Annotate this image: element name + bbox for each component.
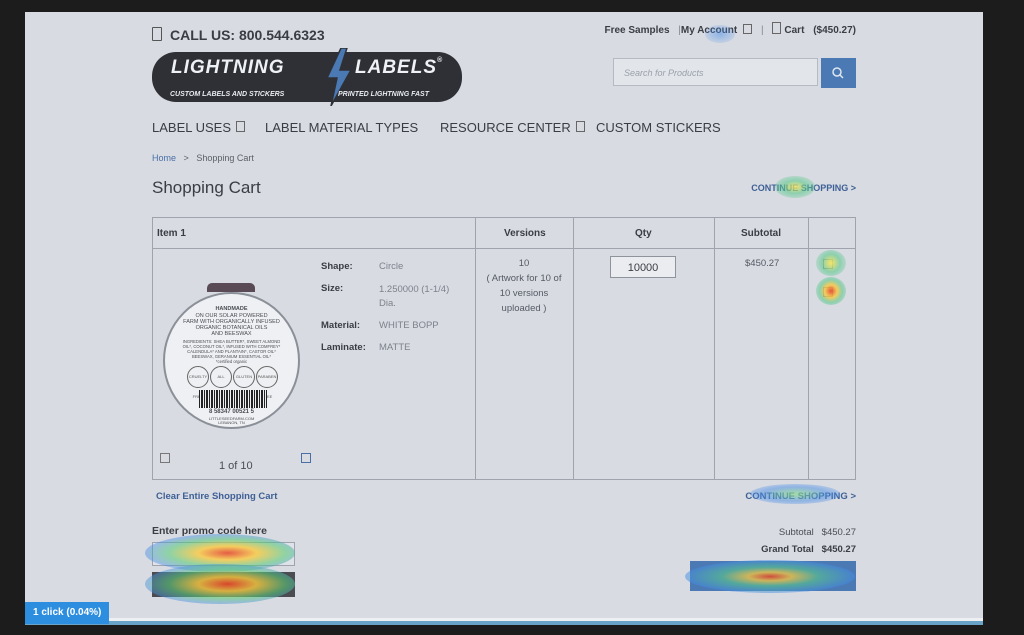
checkout-button[interactable] bbox=[690, 561, 856, 591]
breadcrumb-current: Shopping Cart bbox=[196, 153, 254, 163]
logo-word-labels: LABELS® bbox=[355, 57, 444, 78]
cart-icon[interactable] bbox=[772, 22, 782, 34]
subtotal-row: Subtotal $450.27 bbox=[778, 527, 856, 538]
cruelty-free-badge: CRUELTY FREE bbox=[187, 366, 209, 399]
logo-tagline-right: PRINTED LIGHTNING FAST bbox=[338, 91, 429, 98]
logo-tagline-left: CUSTOM LABELS AND STICKERS bbox=[170, 91, 285, 98]
shopping-cart-page: CALL US: 800.544.6323 Free Samples | My A… bbox=[25, 12, 983, 625]
prev-version-icon[interactable] bbox=[160, 453, 170, 463]
free-samples-link[interactable]: Free Samples bbox=[604, 25, 669, 36]
versions-cell: 10 ( Artwork for 10 of 10 versions upload… bbox=[476, 256, 572, 316]
next-version-icon[interactable] bbox=[301, 453, 311, 463]
nav-label-material-types[interactable]: LABEL MATERIAL TYPES bbox=[265, 120, 418, 135]
logo-word-lightning: LIGHTNING bbox=[171, 57, 285, 78]
clear-cart-link[interactable]: Clear Entire Shopping Cart bbox=[156, 491, 277, 502]
call-us-phone: CALL US: 800.544.6323 bbox=[152, 27, 325, 43]
material-key: Material: bbox=[321, 320, 361, 331]
call-us-label: CALL US: 800.544.6323 bbox=[170, 27, 325, 43]
delete-item-icon[interactable] bbox=[823, 287, 833, 297]
versions-count: 10 bbox=[518, 258, 530, 269]
size-key: Size: bbox=[321, 283, 344, 294]
top-separator-2: | bbox=[761, 25, 764, 36]
chevron-down-icon bbox=[236, 121, 246, 132]
col-versions: Versions bbox=[504, 228, 546, 239]
my-account-link[interactable]: My Account bbox=[681, 25, 737, 36]
label-tab bbox=[207, 283, 255, 292]
label-preview-image[interactable]: HANDMADE ON OUR SOLAR POWERED FARM WITH … bbox=[163, 292, 300, 429]
nav-label-uses[interactable]: LABEL USES bbox=[152, 120, 246, 135]
chevron-down-icon bbox=[575, 121, 585, 132]
col-qty: Qty bbox=[635, 228, 652, 239]
col-subtotal: Subtotal bbox=[741, 228, 781, 239]
breadcrumb-home[interactable]: Home bbox=[152, 153, 176, 163]
promo-code-input[interactable] bbox=[152, 542, 295, 566]
size-value: 1.250000 (1-1/4) Dia. bbox=[379, 284, 450, 309]
breadcrumb: Home > Shopping Cart bbox=[152, 153, 254, 163]
account-dropdown-icon[interactable] bbox=[743, 24, 753, 34]
version-pager: 1 of 10 bbox=[219, 460, 253, 472]
click-count-badge: 1 click (0.04%) bbox=[25, 602, 110, 624]
cart-link[interactable]: Cart bbox=[784, 25, 804, 36]
barcode-graphic bbox=[199, 390, 267, 408]
col-item: Item 1 bbox=[157, 228, 186, 239]
apply-promo-button[interactable] bbox=[152, 572, 295, 597]
heatmap-viewport: CALL US: 800.544.6323 Free Samples | My A… bbox=[25, 12, 983, 625]
promo-label: Enter promo code here bbox=[152, 525, 267, 537]
top-links: Free Samples |My Account | Cart ($450.27… bbox=[598, 22, 856, 36]
laminate-key: Laminate: bbox=[321, 342, 366, 353]
continue-shopping-top[interactable]: CONTINUE SHOPPING > bbox=[751, 183, 856, 193]
cart-total: ($450.27) bbox=[813, 25, 856, 36]
versions-note: ( Artwork for 10 of 10 versions uploaded… bbox=[486, 273, 562, 314]
all-natural-badge: ALL NATURAL bbox=[210, 366, 232, 399]
grand-total-row: Grand Total $450.27 bbox=[761, 544, 856, 555]
search-icon bbox=[832, 67, 844, 79]
phone-icon bbox=[152, 27, 162, 41]
paraben-free-badge: PARABEN FREE bbox=[256, 366, 278, 399]
quantity-input[interactable]: 10000 bbox=[610, 256, 676, 278]
nav-custom-stickers[interactable]: CUSTOM STICKERS bbox=[596, 120, 721, 135]
laminate-value: MATTE bbox=[379, 342, 411, 353]
nav-resource-center[interactable]: RESOURCE CENTER bbox=[440, 120, 585, 135]
search-button[interactable] bbox=[821, 58, 856, 88]
item-subtotal: $450.27 bbox=[745, 258, 780, 269]
continue-shopping-bottom[interactable]: CONTINUE SHOPPING > bbox=[745, 491, 856, 502]
shape-key: Shape: bbox=[321, 261, 353, 272]
search-input[interactable]: Search for Products bbox=[613, 58, 818, 86]
shape-value: Circle bbox=[379, 261, 404, 272]
page-title: Shopping Cart bbox=[152, 178, 261, 197]
material-value: WHITE BOPP bbox=[379, 320, 439, 331]
gluten-free-badge: GLUTEN FREE bbox=[233, 366, 255, 399]
edit-item-icon[interactable] bbox=[823, 259, 833, 269]
